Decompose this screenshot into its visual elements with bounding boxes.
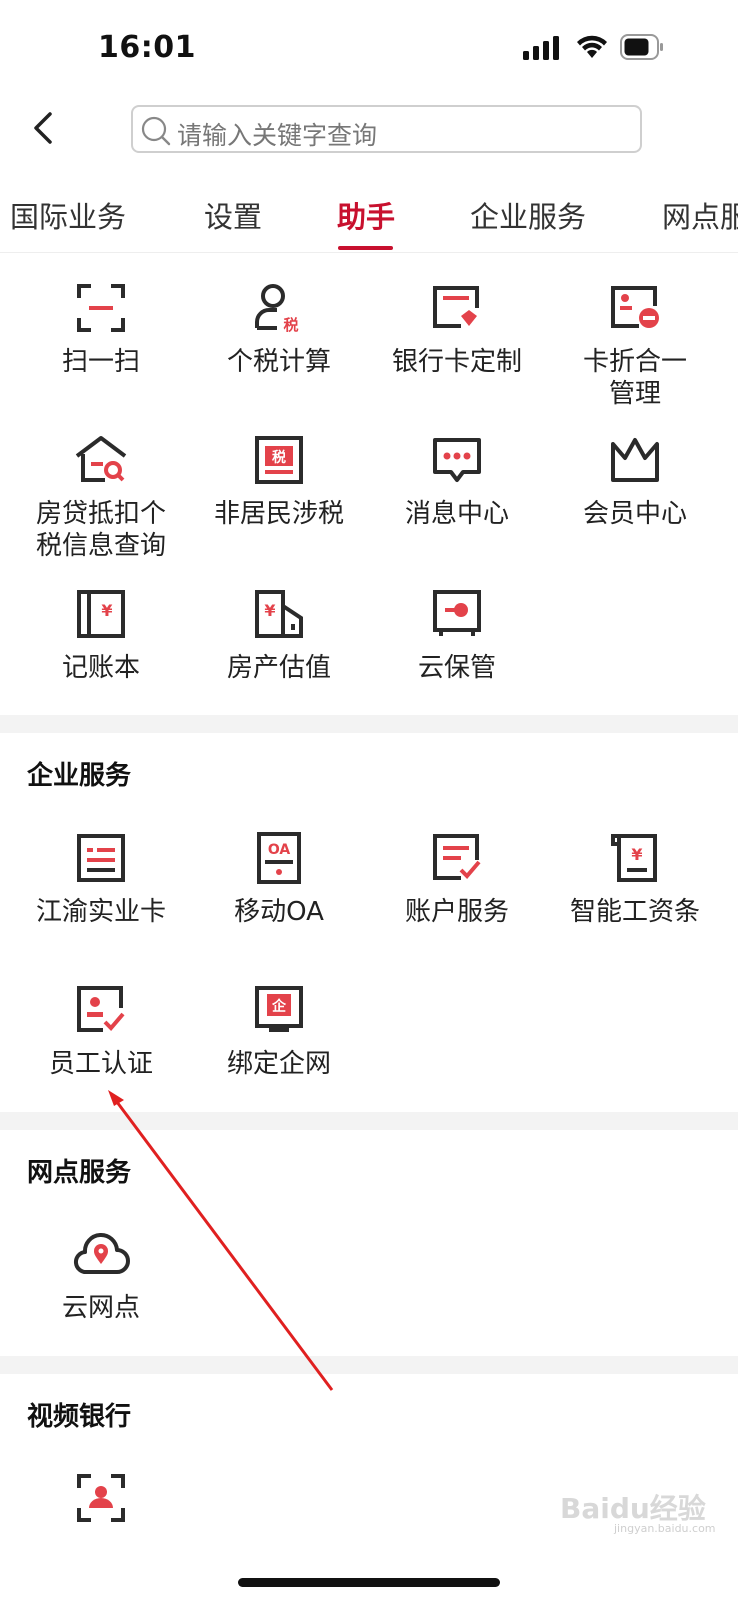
search-placeholder: 请输入关键字查询 [177,121,378,150]
svg-text:OA: OA [268,842,291,858]
tab-settings[interactable]: 设置 [204,194,262,236]
svg-text:税: 税 [283,316,298,334]
back-chevron-icon[interactable] [26,104,66,152]
industry-card-icon [77,834,125,882]
scan-icon [77,284,125,332]
safe-icon [433,590,481,636]
active-tab-indicator [338,246,393,250]
card-custom-icon [433,286,479,328]
section-divider [0,1356,738,1374]
employee-verify-icon [77,986,125,1032]
search-input[interactable]: 请输入关键字查询 [131,105,642,153]
section-divider [0,715,738,733]
tab-international[interactable]: 国际业务 [10,194,126,236]
crown-icon [611,438,659,482]
svg-text:¥: ¥ [101,601,112,620]
account-service-icon [433,834,481,880]
status-time: 16:01 [98,30,196,65]
wifi-icon [577,35,607,58]
section-divider [0,1112,738,1130]
nonresident-tax-icon: 税 [255,436,303,484]
status-bar: 16:01 [0,0,738,96]
payslip-icon: ¥ [611,834,657,882]
tax-calc-icon: 税 [255,284,299,334]
section-title-outlet: 网点服务 [27,1158,132,1188]
svg-text:企: 企 [271,998,287,1015]
tab-assistant[interactable]: 助手 [337,194,395,236]
card-merge-icon [611,286,659,328]
bind-enterprise-icon: 企 [255,986,303,1032]
section-title-video: 视频银行 [27,1402,132,1432]
watermark-logo: Baidu经验 jingyan.baidu.com [560,1488,716,1548]
svg-text:税: 税 [272,449,286,466]
battery-icon [620,34,663,60]
home-indicator[interactable] [238,1578,500,1587]
cloud-location-icon [74,1233,130,1275]
search-icon [141,116,171,146]
video-bank-icon [77,1474,125,1522]
ledger-icon: ¥ [77,590,125,638]
category-tabs: 国际业务 设置 助手 企业服务 网点服务 [0,186,738,253]
mobile-oa-icon: OA [257,832,301,884]
message-icon [433,438,481,482]
mortgage-search-icon [75,436,127,482]
svg-text:¥: ¥ [631,845,642,864]
svg-text:Baidu经验: Baidu经验 [560,1492,706,1525]
cellular-signal-icon [523,36,559,60]
svg-text:¥: ¥ [264,601,275,620]
property-value-icon: ¥ [255,590,303,638]
section-title-enterprise: 企业服务 [27,761,132,791]
tab-outlet[interactable]: 网点服务 [662,194,738,236]
watermark-url: jingyan.baidu.com [614,1522,716,1535]
tab-enterprise[interactable]: 企业服务 [470,194,586,236]
